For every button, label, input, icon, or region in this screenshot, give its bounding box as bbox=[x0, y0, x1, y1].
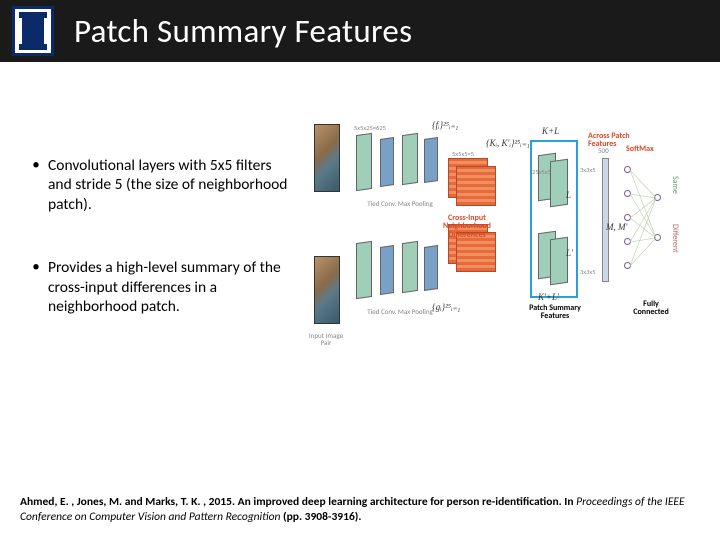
conv-layer-bot-2 bbox=[402, 241, 418, 293]
annot-fi: {fᵢ}²⁵ᵢ₌₁ bbox=[432, 120, 458, 131]
input-label: Input Image Pair bbox=[308, 332, 344, 347]
architecture-diagram: Input Image Pair Tied Conv. Max Pooling … bbox=[312, 96, 692, 386]
fc-lines bbox=[622, 160, 666, 280]
dim-text: 3x3x5 bbox=[580, 268, 596, 276]
citation-pages: (pp. 3908-3916). bbox=[283, 510, 361, 524]
annot-m: M, M' bbox=[606, 222, 627, 232]
output-same: Same bbox=[670, 176, 680, 194]
bullet-marker: • bbox=[24, 258, 48, 316]
bullet-marker: • bbox=[24, 156, 48, 214]
bullet-item: • Convolutional layers with 5x5 filters … bbox=[24, 156, 292, 214]
conv-layer-top-1 bbox=[356, 133, 372, 191]
slide-title: Patch Summary Features bbox=[74, 11, 412, 51]
annot-l2: L' bbox=[566, 248, 573, 258]
output-different: Different bbox=[670, 224, 680, 253]
annot-kl2: K'+L' bbox=[538, 292, 559, 302]
input-image-top bbox=[314, 124, 340, 192]
citation: Ahmed, E. , Jones, M. and Marks, T. K. ,… bbox=[20, 495, 700, 524]
num-500: 500 bbox=[598, 146, 609, 155]
annot-gi: {gᵢ}²⁵ᵢ₌₁ bbox=[432, 302, 460, 313]
softmax-label: SoftMax bbox=[626, 144, 654, 154]
feature-vector-500 bbox=[602, 158, 609, 282]
input-image-bottom bbox=[314, 256, 340, 324]
pool-layer-top-1 bbox=[380, 137, 394, 187]
pool-layer-bot-1 bbox=[380, 245, 394, 295]
psf-block-bot-2 bbox=[550, 237, 568, 286]
psf-label: Patch Summary Features bbox=[528, 304, 582, 321]
bullet-text: Provides a high-level summary of the cro… bbox=[48, 258, 292, 316]
annot-kl: K+L bbox=[542, 126, 559, 136]
bullet-text: Convolutional layers with 5x5 filters an… bbox=[48, 156, 292, 214]
tied-label-bot: Tied Conv. Max Pooling bbox=[360, 308, 440, 315]
patch-summary-highlight bbox=[530, 140, 578, 298]
fc-label: Fully Connected bbox=[628, 300, 674, 317]
tied-label-top: Tied Conv. Max Pooling bbox=[360, 200, 440, 207]
dim-text: 3x3x5 bbox=[580, 166, 596, 174]
bullet-item: • Provides a high-level summary of the c… bbox=[24, 258, 292, 316]
input-image-pair bbox=[314, 124, 342, 324]
dim-text: 5x5x5=5 bbox=[452, 150, 474, 158]
annot-ki: {Kᵢ, K'ᵢ}²⁵ᵢ₌₁ bbox=[486, 138, 530, 149]
citation-title: An improved deep learning architecture f… bbox=[238, 495, 562, 509]
diagram-column: Input Image Pair Tied Conv. Max Pooling … bbox=[300, 96, 704, 386]
dim-text: 25x5x5 bbox=[532, 168, 551, 176]
slide-header: Patch Summary Features bbox=[0, 0, 720, 62]
conv-layer-top-2 bbox=[402, 133, 418, 185]
diff-label: Cross-Input Neighborhood Differences bbox=[432, 214, 502, 239]
pool-layer-top-2 bbox=[424, 137, 438, 183]
pool-layer-bot-2 bbox=[424, 245, 438, 291]
bullet-column: • Convolutional layers with 5x5 filters … bbox=[16, 96, 306, 386]
illinois-logo bbox=[12, 6, 54, 56]
diff-stack-top-2 bbox=[456, 166, 496, 206]
dim-text: 5x5x25=625 bbox=[354, 124, 386, 132]
slide-content: • Convolutional layers with 5x5 filters … bbox=[0, 62, 720, 386]
conv-layer-bot-1 bbox=[356, 241, 372, 299]
annot-l: L bbox=[566, 190, 571, 200]
fully-connected-net bbox=[622, 160, 666, 280]
citation-authors: Ahmed, E. , Jones, M. and Marks, T. K. ,… bbox=[20, 495, 235, 509]
